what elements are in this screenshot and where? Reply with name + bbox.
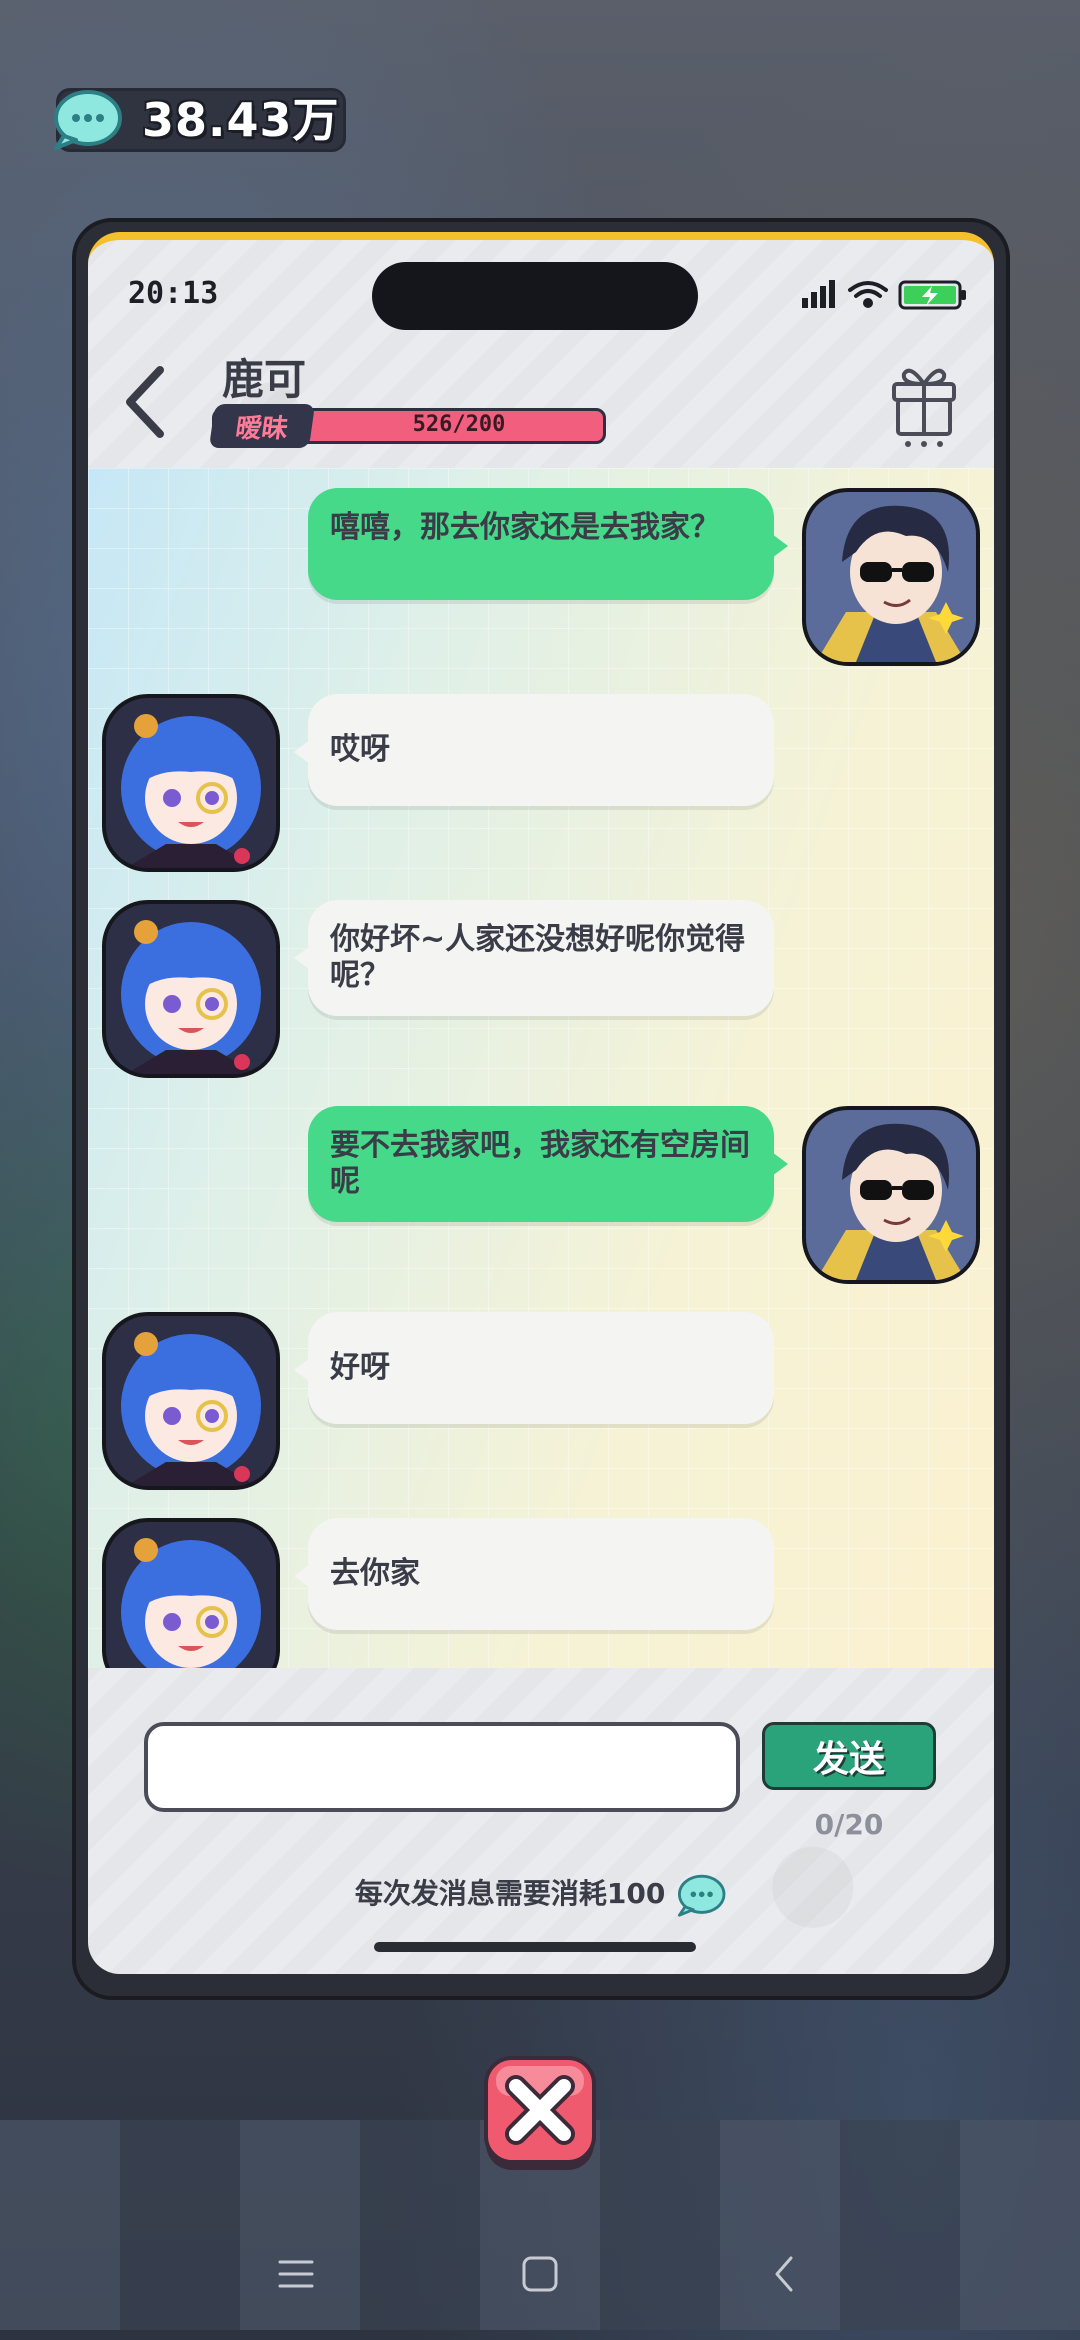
male-character-avatar-icon	[806, 1110, 976, 1280]
phone-notch	[372, 262, 698, 330]
my-message-bubble: 嘻嘻，那去你家还是去我家？	[308, 488, 788, 600]
gift-icon[interactable]	[888, 358, 960, 450]
back-chevron-icon	[775, 2256, 793, 2292]
contact-avatar[interactable]	[102, 1312, 280, 1490]
contact-name: 鹿可	[222, 355, 307, 404]
message-row: 好呀	[88, 1312, 994, 1492]
back-arrow-icon[interactable]	[116, 360, 172, 444]
back-nav-button[interactable]	[754, 2244, 814, 2304]
wifi-icon	[848, 281, 888, 308]
menu-icon	[278, 2260, 314, 2288]
my-avatar[interactable]	[802, 488, 980, 666]
status-time: 20:13	[128, 276, 219, 311]
contact-message-bubble: 哎呀	[294, 694, 774, 806]
male-character-avatar-icon	[806, 492, 976, 662]
contact-avatar[interactable]	[102, 900, 280, 1078]
female-character-avatar-icon	[106, 1522, 276, 1668]
chat-coin-icon	[678, 1874, 726, 1917]
female-character-avatar-icon	[106, 1316, 276, 1486]
close-icon[interactable]	[482, 2054, 598, 2174]
chat-coin-icon	[54, 90, 122, 150]
contact-message-bubble: 去你家	[294, 1518, 774, 1630]
female-character-avatar-icon	[106, 698, 276, 868]
contact-message-bubble: 好呀	[294, 1312, 774, 1424]
chat-messages[interactable]: 嘻嘻，那去你家还是去我家？ 哎呀 你好坏~人家还没想好呢你觉得呢？ 要不去我家吧…	[88, 468, 994, 1668]
home-indicator	[374, 1942, 696, 1952]
message-row: 去你家	[88, 1518, 994, 1668]
female-character-avatar-icon	[106, 904, 276, 1074]
message-row: 要不去我家吧，我家还有空房间呢	[88, 1106, 994, 1286]
message-input[interactable]	[144, 1722, 740, 1812]
menu-nav-button[interactable]	[266, 2244, 326, 2304]
contact-message-bubble: 你好坏~人家还没想好呢你觉得呢？	[294, 900, 774, 1016]
home-nav-button[interactable]	[510, 2244, 570, 2304]
relation-tag: 暧昧	[208, 404, 316, 448]
message-row: 你好坏~人家还没想好呢你觉得呢？	[88, 900, 994, 1080]
home-square-icon	[522, 2256, 558, 2292]
contact-avatar[interactable]	[102, 1518, 280, 1668]
message-row: 哎呀	[88, 694, 994, 874]
my-avatar[interactable]	[802, 1106, 980, 1284]
signal-icon	[802, 280, 835, 308]
contact-avatar[interactable]	[102, 694, 280, 872]
affinity-value: 526/200	[412, 412, 506, 437]
battery-icon	[898, 280, 966, 310]
my-message-bubble: 要不去我家吧，我家还有空房间呢	[308, 1106, 788, 1222]
char-count: 0/20	[814, 1808, 884, 1841]
message-row: 嘻嘻，那去你家还是去我家？	[88, 488, 994, 668]
status-icons	[802, 280, 966, 310]
send-button[interactable]: 发送	[762, 1722, 936, 1790]
phone-screen: 20:13 鹿可 暧昧 526/200 嘻嘻，那去你家还是去我家？ 哎呀 你好坏…	[88, 232, 994, 1974]
cost-note-text: 每次发消息需要消耗100	[354, 1877, 666, 1910]
cost-note: 每次发消息需要消耗100	[88, 1872, 994, 1918]
currency-value: 38.43万	[142, 93, 340, 147]
